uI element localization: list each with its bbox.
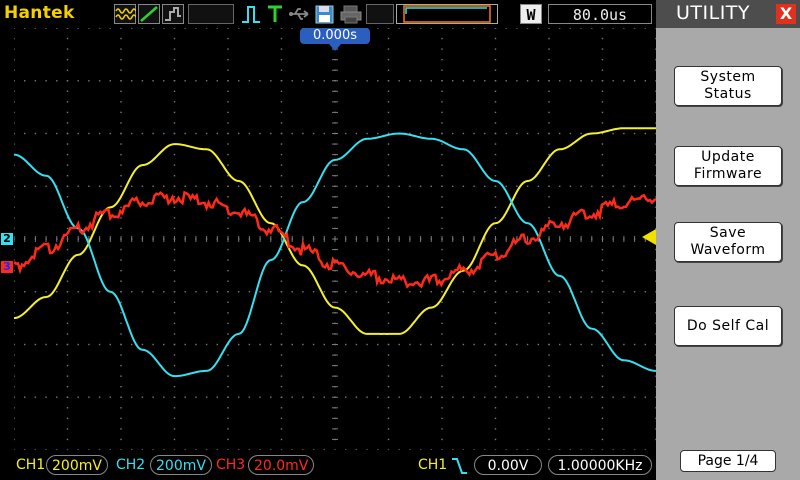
- trigger-falling-edge-icon: [452, 458, 467, 474]
- trigger-source-label: CH1: [418, 457, 448, 473]
- timebase-readout: 80.0us: [548, 4, 652, 24]
- ch2-label: CH2: [116, 457, 146, 473]
- trigger-position-readout[interactable]: 0.000s: [300, 28, 370, 44]
- ch2-ground-marker[interactable]: 2: [1, 233, 13, 245]
- utility-menu-panel: UTILITY X System Status Update Firmware …: [656, 0, 800, 480]
- menu-title: UTILITY: [676, 2, 751, 24]
- usb-icon: [289, 8, 309, 20]
- trigger-position-arrow: [329, 44, 341, 51]
- update-firmware-button[interactable]: Update Firmware: [674, 146, 782, 186]
- bottom-status-bar: CH1 200mV CH2 200mV CH3 20.0mV CH1 0.00V…: [0, 452, 656, 480]
- printer-icon: [340, 5, 362, 24]
- page-indicator-button[interactable]: Page 1/4: [680, 450, 776, 472]
- window-mode-badge: W: [520, 4, 542, 24]
- status-box-empty: [188, 4, 234, 24]
- ch3-scale[interactable]: 20.0mV: [248, 455, 315, 475]
- waveform-display: [14, 28, 656, 450]
- save-waveform-button[interactable]: Save Waveform: [674, 222, 782, 262]
- ch1-scale[interactable]: 200mV: [46, 455, 108, 475]
- ch1-label: CH1: [16, 457, 46, 473]
- ch3-label: CH3: [216, 457, 246, 473]
- average-mode-icon: [162, 4, 184, 24]
- memory-waveform-icon: [396, 4, 498, 24]
- close-menu-button[interactable]: X: [776, 4, 796, 24]
- top-status-bar: Hantek W 80.0us: [0, 0, 656, 28]
- ch2-scale[interactable]: 200mV: [150, 455, 212, 475]
- system-status-button[interactable]: System Status: [674, 66, 782, 106]
- trigger-level-readout[interactable]: 0.00V: [474, 455, 542, 475]
- frequency-readout: 1.00000KHz: [548, 455, 652, 475]
- ch3-ground-marker[interactable]: 3: [1, 261, 13, 273]
- brand-logo: Hantek: [4, 3, 75, 23]
- panel-header: UTILITY X: [656, 0, 800, 28]
- rising-edge-icon: [242, 6, 260, 23]
- status-box-empty-2: [366, 4, 394, 24]
- trigger-T-icon: [268, 5, 282, 22]
- peak-detect-icon: [138, 4, 160, 24]
- floppy-disk-icon: [315, 5, 334, 24]
- do-self-cal-button[interactable]: Do Self Cal: [674, 306, 782, 346]
- sample-mode-icon: [114, 4, 136, 24]
